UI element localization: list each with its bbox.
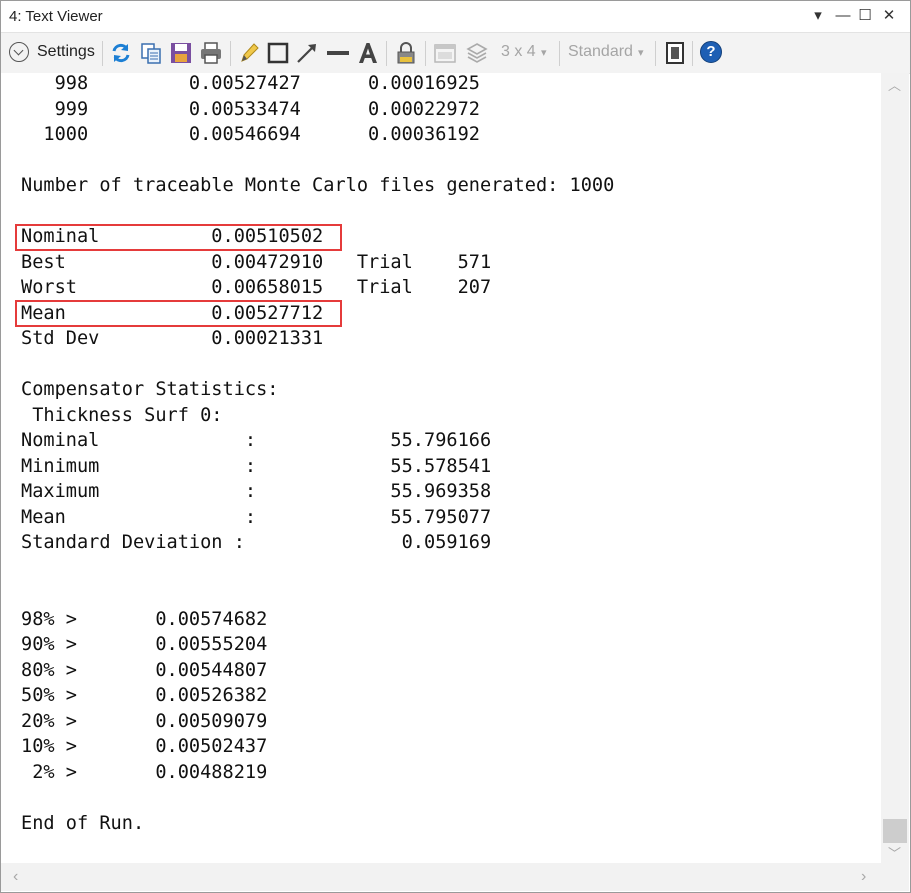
scroll-down-icon[interactable]: ﹀ (888, 843, 901, 862)
scroll-right-icon[interactable]: › (861, 868, 866, 886)
toolbar-divider (386, 41, 387, 66)
help-icon[interactable]: ? (700, 41, 722, 63)
window-frame-icon[interactable] (664, 41, 686, 65)
mean-highlight-box (15, 300, 342, 327)
nominal-highlight-box (15, 224, 342, 251)
rectangle-icon[interactable] (266, 41, 290, 65)
text-viewer-window: 4: Text Viewer ▾ — ☐ ✕ Settings 3 x 4 ▾ … (0, 0, 911, 893)
layout-dropdown-icon[interactable]: ▾ (541, 46, 547, 59)
refresh-icon[interactable] (109, 41, 133, 65)
layout-grid-label[interactable]: 3 x 4 (501, 43, 536, 61)
arrow-icon[interactable] (295, 41, 319, 65)
window-menu-dropdown-icon[interactable]: ▾ (806, 5, 830, 27)
horizontal-scrollbar[interactable]: ‹ › (1, 863, 881, 891)
monte-carlo-output-text: 998 0.00527427 0.00016925 999 0.00533474… (21, 73, 615, 834)
vertical-scroll-thumb[interactable] (883, 819, 907, 843)
window-title: 4: Text Viewer (9, 8, 103, 25)
settings-button[interactable]: Settings (9, 41, 99, 65)
toolbar: Settings 3 x 4 ▾ Standard ▾ ? (1, 32, 910, 74)
save-icon[interactable] (169, 41, 193, 65)
title-bar: 4: Text Viewer ▾ — ☐ ✕ (1, 1, 910, 32)
scroll-up-icon[interactable]: ︿ (888, 75, 901, 94)
print-icon[interactable] (199, 41, 223, 65)
text-tool-icon[interactable] (356, 41, 380, 65)
settings-label: Settings (37, 43, 95, 60)
scroll-left-icon[interactable]: ‹ (13, 868, 18, 886)
help-icon-glyph: ? (706, 43, 716, 60)
pencil-icon[interactable] (237, 41, 261, 65)
chevron-down-circle-icon (9, 42, 29, 62)
copy-icon[interactable] (139, 41, 163, 65)
toolbar-divider (692, 41, 693, 66)
scrollbar-corner (881, 863, 909, 891)
style-dropdown-label[interactable]: Standard (568, 43, 633, 61)
toolbar-divider (425, 41, 426, 66)
vertical-scrollbar[interactable]: ︿ ﹀ (881, 73, 909, 863)
toolbar-divider (230, 41, 231, 66)
lock-icon[interactable] (394, 41, 418, 65)
toolbar-divider (559, 41, 560, 66)
window-icon[interactable] (433, 41, 457, 65)
maximize-button[interactable]: ☐ (853, 5, 877, 27)
close-button[interactable]: ✕ (877, 5, 901, 27)
style-dropdown-icon[interactable]: ▾ (638, 46, 644, 59)
text-output-area[interactable]: 998 0.00527427 0.00016925 999 0.00533474… (1, 73, 881, 863)
layers-icon[interactable] (465, 41, 489, 65)
line-icon[interactable] (325, 41, 351, 65)
toolbar-divider (102, 41, 103, 66)
toolbar-divider (655, 41, 656, 66)
minimize-button[interactable]: — (831, 5, 855, 27)
